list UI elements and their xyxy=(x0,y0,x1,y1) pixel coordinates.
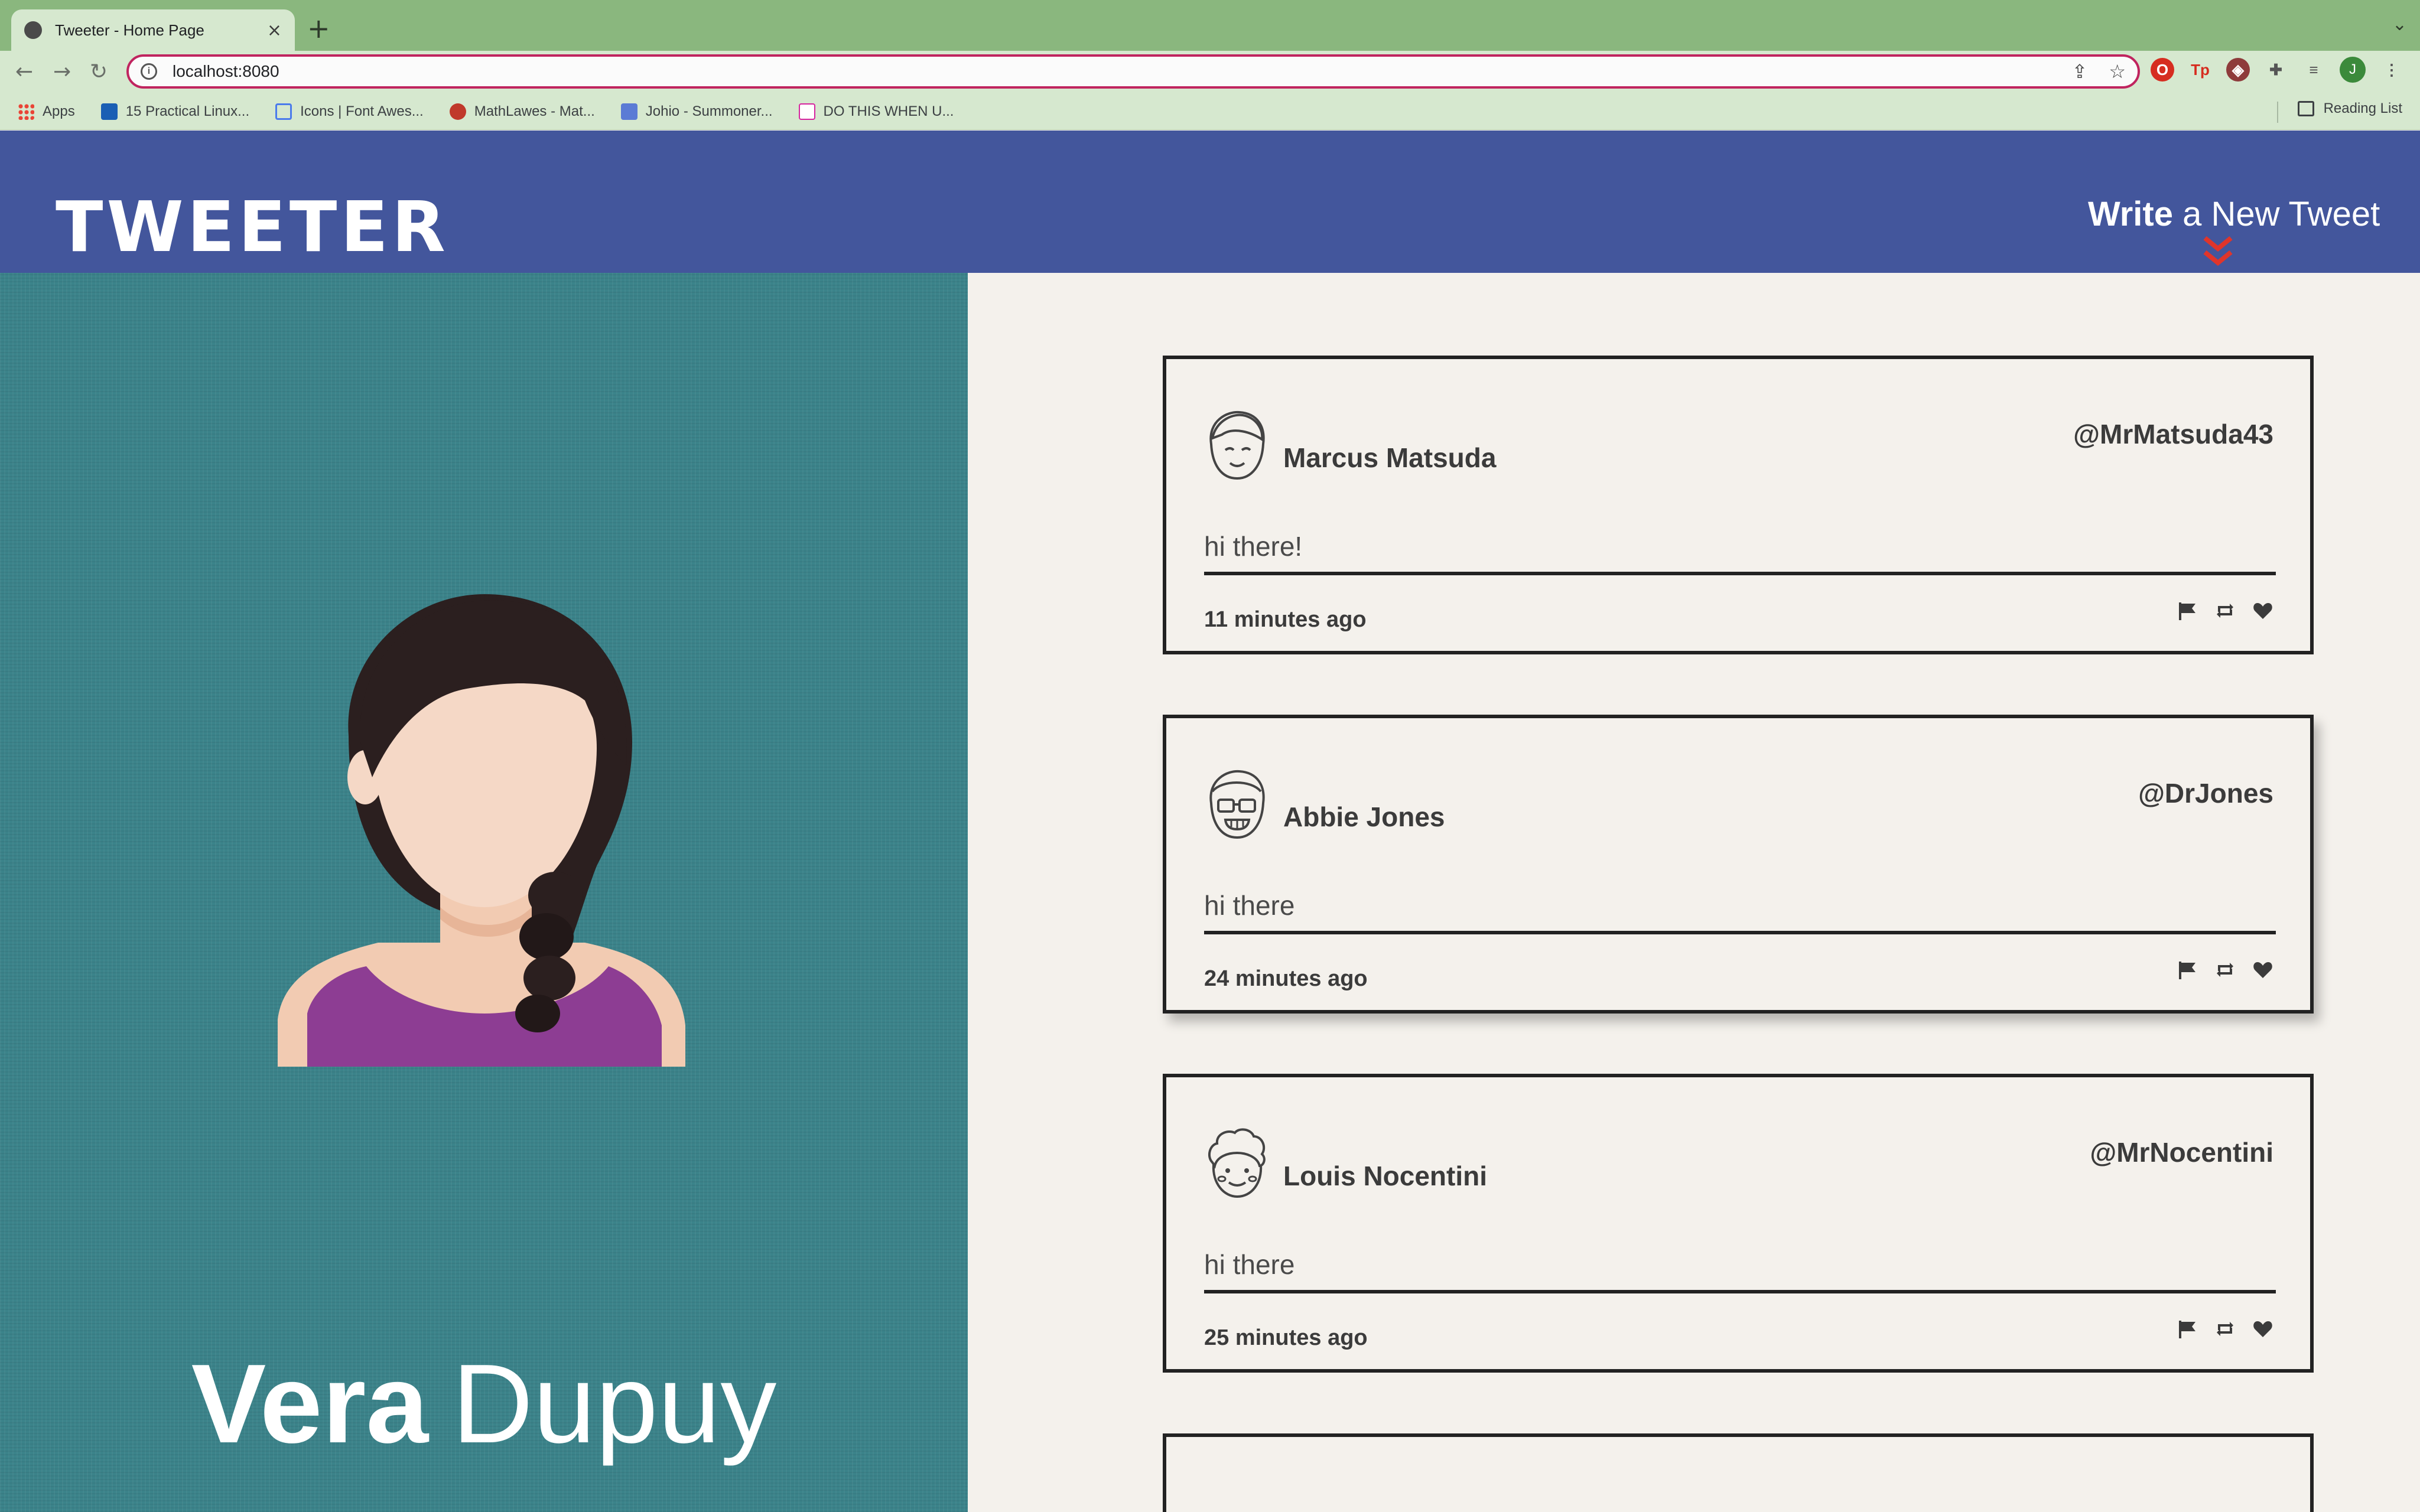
reading-list-button[interactable]: Reading List xyxy=(2297,100,2402,117)
user-display-name: Vera Dupuy xyxy=(0,1348,968,1460)
site-favicon-icon xyxy=(449,103,466,120)
tweet-timestamp: 24 minutes ago xyxy=(1204,966,1368,991)
profile-panel: Vera Dupuy xyxy=(0,273,968,1512)
smiling-face-icon xyxy=(1209,410,1265,480)
browser-tab[interactable]: Tweeter - Home Page × xyxy=(11,9,295,51)
forward-arrow-icon[interactable]: → xyxy=(53,59,71,85)
flag-icon[interactable] xyxy=(2177,1318,2198,1340)
address-bar[interactable]: i localhost:8080 ⇪ ☆ xyxy=(126,54,2140,89)
tab-title: Tweeter - Home Page xyxy=(55,21,204,39)
curly-hair-face-icon xyxy=(1208,1128,1266,1198)
site-favicon-icon xyxy=(100,103,118,120)
bookmark-item[interactable]: Icons | Font Awes... xyxy=(275,103,424,120)
tweet-actions xyxy=(2177,959,2273,980)
tweet-actions xyxy=(2177,1318,2273,1340)
tweet-author-name: Marcus Matsuda xyxy=(1283,442,1497,473)
opera-extension-icon[interactable]: O xyxy=(2151,58,2174,82)
retweet-icon[interactable] xyxy=(2214,600,2236,621)
bookmark-item[interactable]: MathLawes - Mat... xyxy=(449,103,595,120)
double-chevron-down-icon[interactable] xyxy=(2199,234,2237,270)
flag-icon[interactable] xyxy=(2177,959,2198,980)
shield-extension-icon[interactable]: ◈ xyxy=(2226,58,2250,82)
tweet-author-name: Abbie Jones xyxy=(1283,801,1445,832)
flag-icon[interactable] xyxy=(2177,600,2198,621)
tweet-actions xyxy=(2177,600,2273,621)
globe-icon xyxy=(24,21,42,39)
glasses-face-icon xyxy=(1209,770,1265,839)
puzzle-icon[interactable]: ✚ xyxy=(2264,58,2288,82)
retweet-icon[interactable] xyxy=(2214,959,2236,980)
site-favicon-icon xyxy=(620,103,637,120)
heart-icon[interactable] xyxy=(2252,600,2273,621)
bookmarks-bar: Apps 15 Practical Linux... Icons | Font … xyxy=(0,93,2420,130)
tweet-text: hi there! xyxy=(1204,530,2276,575)
user-last-name: Dupuy xyxy=(452,1341,777,1467)
bookmark-item[interactable]: 15 Practical Linux... xyxy=(100,103,249,120)
reload-icon[interactable]: ↻ xyxy=(90,59,108,85)
bookmark-item[interactable]: DO THIS WHEN U... xyxy=(798,103,954,120)
heart-icon[interactable] xyxy=(2252,959,2273,980)
tweet-author-handle[interactable]: @DrJones xyxy=(2138,777,2273,809)
site-header: TWEETER Write a New Tweet xyxy=(0,131,2420,273)
user-avatar xyxy=(278,594,685,1067)
retweet-icon[interactable] xyxy=(2214,1318,2236,1340)
profile-avatar[interactable]: J xyxy=(2340,57,2366,83)
kebab-menu-icon[interactable]: ⋮ xyxy=(2380,58,2403,82)
tweet-timestamp: 11 minutes ago xyxy=(1204,607,1367,632)
apps-grid-icon xyxy=(18,103,34,120)
tweet-text: hi there xyxy=(1204,1249,2276,1293)
tweet-author-handle[interactable]: @MrNocentini xyxy=(2090,1136,2273,1168)
site-logo[interactable]: TWEETER xyxy=(56,192,449,262)
url-text[interactable]: localhost:8080 xyxy=(173,62,2051,81)
close-tab-icon[interactable]: × xyxy=(267,20,282,41)
tweet-card-partial xyxy=(1163,1433,2314,1512)
browser-toolbar: ← → ↻ i localhost:8080 ⇪ ☆ O Tp ◈ ✚ ≡ J … xyxy=(0,51,2420,93)
bookmarks-divider xyxy=(2277,102,2278,123)
browser-tab-strip: Tweeter - Home Page × + ⌄ xyxy=(0,0,2420,51)
tweet-card: Abbie Jones @DrJones hi there 24 minutes… xyxy=(1163,715,2314,1014)
tweet-text: hi there xyxy=(1204,889,2276,934)
user-first-name: Vera xyxy=(191,1341,429,1467)
tweet-author-handle[interactable]: @MrMatsuda43 xyxy=(2073,418,2273,450)
star-icon[interactable]: ☆ xyxy=(2109,60,2126,83)
compose-label-bold: Write xyxy=(2088,195,2173,233)
tweet-card: Marcus Matsuda @MrMatsuda43 hi there! 11… xyxy=(1163,356,2314,654)
tweet-timestamp: 25 minutes ago xyxy=(1204,1325,1368,1350)
heart-icon[interactable] xyxy=(2252,1318,2273,1340)
tweet-feed: Marcus Matsuda @MrMatsuda43 hi there! 11… xyxy=(968,273,2420,1512)
tweet-card: Louis Nocentini @MrNocentini hi there 25… xyxy=(1163,1074,2314,1373)
share-icon[interactable]: ⇪ xyxy=(2072,60,2088,83)
write-new-tweet-button[interactable]: Write a New Tweet xyxy=(2088,194,2380,234)
back-arrow-icon[interactable]: ← xyxy=(15,59,33,85)
info-icon[interactable]: i xyxy=(141,63,157,80)
chevron-down-icon[interactable]: ⌄ xyxy=(2392,14,2407,35)
bolt-favicon-icon xyxy=(798,103,815,120)
bookmark-apps[interactable]: Apps xyxy=(18,103,75,120)
flag-icon xyxy=(275,103,292,120)
compose-label-rest: a New Tweet xyxy=(2182,195,2380,233)
tweet-author-name: Louis Nocentini xyxy=(1283,1161,1487,1191)
media-queue-icon[interactable]: ≡ xyxy=(2302,58,2325,82)
reading-list-icon xyxy=(2297,101,2314,116)
new-tab-button[interactable]: + xyxy=(307,11,330,46)
bookmark-item[interactable]: Johio - Summoner... xyxy=(620,103,773,120)
tp-extension-icon[interactable]: Tp xyxy=(2188,58,2212,82)
